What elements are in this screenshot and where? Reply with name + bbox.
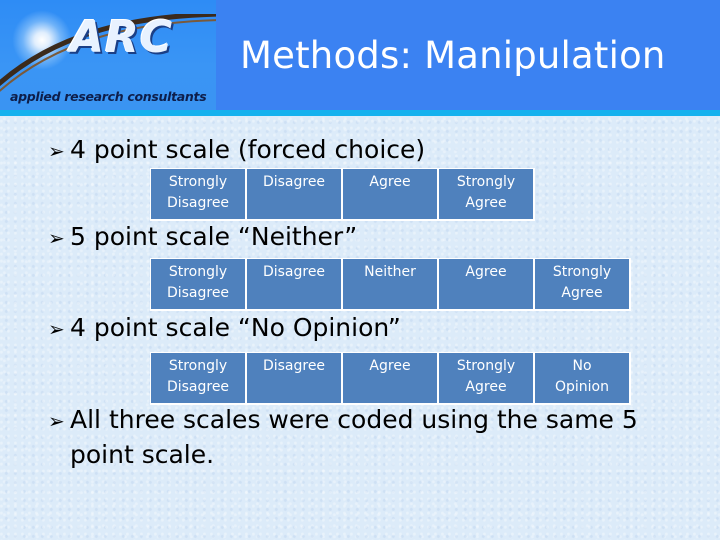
header-accent-strip <box>0 110 720 116</box>
bullet-text: 4 point scale (forced choice) <box>70 135 426 164</box>
arc-logo: ARC applied research consultants <box>0 0 216 110</box>
scale-cell: Strongly Disagree <box>150 352 247 405</box>
scale-cell: Disagree <box>247 168 343 221</box>
slide-title: Methods: Manipulation <box>240 34 666 77</box>
scale-cell: Disagree <box>247 352 343 405</box>
scale-cell: Neither <box>343 258 439 311</box>
scale-cell: No Opinion <box>535 352 631 405</box>
arrow-bullet-icon: ➢ <box>48 317 65 341</box>
scale-cell: Agree <box>343 352 439 405</box>
scale-cell: Strongly Disagree <box>150 168 247 221</box>
logo-tagline: applied research consultants <box>10 89 207 104</box>
bullet-text: 4 point scale “No Opinion” <box>70 313 401 342</box>
scale-forced-choice: Strongly Disagree Disagree Agree Strongly… <box>150 168 535 221</box>
bullet-text-continuation: point scale. <box>70 440 215 469</box>
scale-cell: Strongly Agree <box>535 258 631 311</box>
scale-cell: Disagree <box>247 258 343 311</box>
bullet-item: ➢ 5 point scale “Neither” <box>48 220 357 255</box>
scale-cell: Agree <box>439 258 535 311</box>
arrow-bullet-icon: ➢ <box>48 226 65 250</box>
bullet-text: 5 point scale “Neither” <box>70 222 358 251</box>
bullet-item: ➢ All three scales were coded using the s… <box>48 403 638 472</box>
bullet-item: ➢ 4 point scale “No Opinion” <box>48 311 401 346</box>
bullet-item: ➢ 4 point scale (forced choice) <box>48 133 425 168</box>
scale-cell: Strongly Agree <box>439 168 535 221</box>
bullet-text: All three scales were coded using the sa… <box>70 405 638 434</box>
scale-neither: Strongly Disagree Disagree Neither Agree … <box>150 258 631 311</box>
arrow-bullet-icon: ➢ <box>48 409 65 433</box>
scale-cell: Agree <box>343 168 439 221</box>
logo-brand: ARC <box>70 12 174 63</box>
scale-cell: Strongly Agree <box>439 352 535 405</box>
scale-cell: Strongly Disagree <box>150 258 247 311</box>
arrow-bullet-icon: ➢ <box>48 139 65 163</box>
scale-no-opinion: Strongly Disagree Disagree Agree Strongly… <box>150 352 631 405</box>
